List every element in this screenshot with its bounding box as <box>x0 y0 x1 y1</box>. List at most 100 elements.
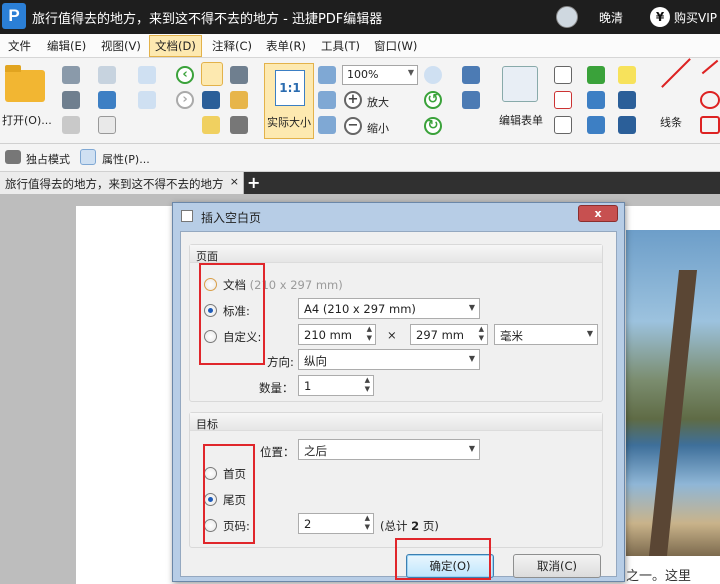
select-text-icon[interactable] <box>202 91 220 109</box>
user-name[interactable]: 晚清 <box>599 9 623 26</box>
page-number-value: 2 <box>304 517 312 531</box>
menu-edit[interactable]: 编辑(E) <box>47 38 86 54</box>
dialog-title-bar[interactable]: 插入空白页 x <box>173 203 624 229</box>
highlight-text-icon[interactable] <box>587 66 605 84</box>
position-select[interactable]: 之后 ▼ <box>298 439 480 460</box>
chevron-down-icon: ▼ <box>468 444 475 453</box>
yen-icon[interactable]: ¥ <box>650 7 670 27</box>
undo-icon[interactable] <box>138 66 156 84</box>
width-value: 210 mm <box>304 328 353 342</box>
save-icon[interactable] <box>62 66 80 84</box>
fit-width-icon[interactable] <box>318 91 336 109</box>
stepper-arrows-icon[interactable]: ▲ ▼ <box>365 514 370 532</box>
menu-bar: 文件 编辑(E) 视图(V) 文档(D) 注释(C) 表单(R) 工具(T) 窗… <box>0 34 720 58</box>
add-tab-icon[interactable]: + <box>247 173 260 192</box>
marquee-icon[interactable] <box>202 116 220 134</box>
rotate-right-icon[interactable]: ↻ <box>424 117 442 135</box>
page-number-stepper[interactable]: 2 ▲ ▼ <box>298 513 374 534</box>
arrow-icon[interactable] <box>701 59 719 75</box>
note-icon[interactable] <box>618 66 636 84</box>
strikeout-icon[interactable] <box>587 91 605 109</box>
fit-page-icon[interactable] <box>318 66 336 84</box>
close-tab-icon[interactable]: × <box>230 175 239 188</box>
unit-select[interactable]: 毫米 ▼ <box>494 324 598 345</box>
print-icon[interactable] <box>62 91 80 109</box>
menu-tools[interactable]: 工具(T) <box>321 38 360 54</box>
underline-icon[interactable] <box>587 116 605 134</box>
attachment-icon[interactable] <box>618 91 636 109</box>
chevron-down-icon: ▼ <box>586 329 593 338</box>
zoom-out-label[interactable]: 缩小 <box>367 120 389 136</box>
exclusive-mode-button[interactable]: 独占模式 <box>26 151 70 167</box>
chevron-down-icon: ▼ <box>468 354 475 363</box>
scan-icon[interactable] <box>98 91 116 109</box>
dialog-close-button[interactable]: x <box>578 205 618 222</box>
new-document-icon[interactable] <box>98 116 116 134</box>
redo-icon[interactable] <box>138 91 156 109</box>
dialog-icon <box>181 210 193 222</box>
unit-value: 毫米 <box>500 329 523 343</box>
properties-button[interactable]: 属性(P)... <box>102 151 150 167</box>
crown-icon <box>5 150 21 164</box>
sound-icon[interactable] <box>618 116 636 134</box>
height-stepper[interactable]: 297 mm ▲ ▼ <box>410 324 488 345</box>
rotate-left-icon[interactable]: ↺ <box>424 91 442 109</box>
stepper-arrows-icon[interactable]: ▲ ▼ <box>367 325 372 343</box>
document-tab[interactable]: 旅行值得去的地方，来到这不得不去的地方 × <box>0 172 244 194</box>
edit-form-label[interactable]: 编辑表单 <box>499 112 543 128</box>
open-folder-icon[interactable] <box>5 65 45 102</box>
app-logo-icon: P <box>2 3 26 29</box>
zoom-in-icon[interactable]: + <box>344 91 362 109</box>
zoom-tool-icon[interactable] <box>424 66 442 84</box>
title-bar: P 旅行值得去的地方，来到这不得不去的地方 - 迅捷PDF编辑器 晚清 ¥ 购买… <box>0 0 720 34</box>
user-avatar[interactable] <box>556 6 578 28</box>
width-stepper[interactable]: 210 mm ▲ ▼ <box>298 324 376 345</box>
annotation-box-ok-button <box>395 538 491 580</box>
menu-comment[interactable]: 注释(C) <box>212 38 252 54</box>
zoom-in-label[interactable]: 放大 <box>367 94 389 110</box>
zoom-out-icon[interactable]: − <box>344 117 362 135</box>
forward-icon[interactable]: › <box>176 91 194 109</box>
position-label: 位置： <box>260 445 295 459</box>
height-value: 297 mm <box>416 328 465 342</box>
buy-vip-link[interactable]: 购买VIP <box>674 9 717 26</box>
stamp-icon[interactable] <box>230 116 248 134</box>
stepper-arrows-icon[interactable]: ▲ ▼ <box>479 325 484 343</box>
export-icon[interactable] <box>62 116 80 134</box>
total-pages-text: (总计 2 页) <box>380 519 439 533</box>
snapshot-icon[interactable] <box>230 66 248 84</box>
callout-icon[interactable] <box>554 116 572 134</box>
open-button-label[interactable]: 打开(O)... <box>2 112 52 128</box>
stepper-arrows-icon[interactable]: ▲ ▼ <box>365 376 370 394</box>
menu-form[interactable]: 表单(R) <box>266 38 306 54</box>
menu-view[interactable]: 视图(V) <box>101 38 141 54</box>
target-group-title: 目标 <box>196 418 218 431</box>
typewriter-icon[interactable] <box>554 66 572 84</box>
menu-document[interactable]: 文档(D) <box>149 35 202 57</box>
clipboard-icon[interactable] <box>230 91 248 109</box>
hand-tool-icon[interactable] <box>201 62 223 86</box>
standard-size-select[interactable]: A4 (210 x 297 mm) ▼ <box>298 298 480 319</box>
fit-visible-icon[interactable] <box>318 116 336 134</box>
orientation-select[interactable]: 纵向 ▼ <box>298 349 480 370</box>
back-icon[interactable]: ‹ <box>176 66 194 84</box>
count-stepper[interactable]: 1 ▲ ▼ <box>298 375 374 396</box>
menu-file[interactable]: 文件 <box>8 38 31 54</box>
ellipse-icon[interactable] <box>700 91 720 109</box>
text-field-icon[interactable] <box>462 66 480 84</box>
annotation-box-target-options <box>203 444 255 544</box>
text-box-icon[interactable] <box>554 91 572 109</box>
page-group-title: 页面 <box>196 250 218 263</box>
chevron-down-icon: ▼ <box>407 68 414 77</box>
actual-size-button[interactable]: 1:1 实际大小 <box>264 63 314 139</box>
menu-window[interactable]: 窗口(W) <box>374 38 417 54</box>
cancel-button[interactable]: 取消(C) <box>513 554 601 578</box>
list-field-icon[interactable] <box>462 91 480 109</box>
count-value: 1 <box>304 379 312 393</box>
line-label[interactable]: 线条 <box>660 114 682 130</box>
email-icon[interactable] <box>98 66 116 84</box>
line-icon[interactable] <box>661 58 691 88</box>
zoom-select[interactable]: 100% ▼ <box>342 65 418 85</box>
rectangle-icon[interactable] <box>700 116 720 134</box>
edit-form-icon[interactable] <box>502 66 538 102</box>
